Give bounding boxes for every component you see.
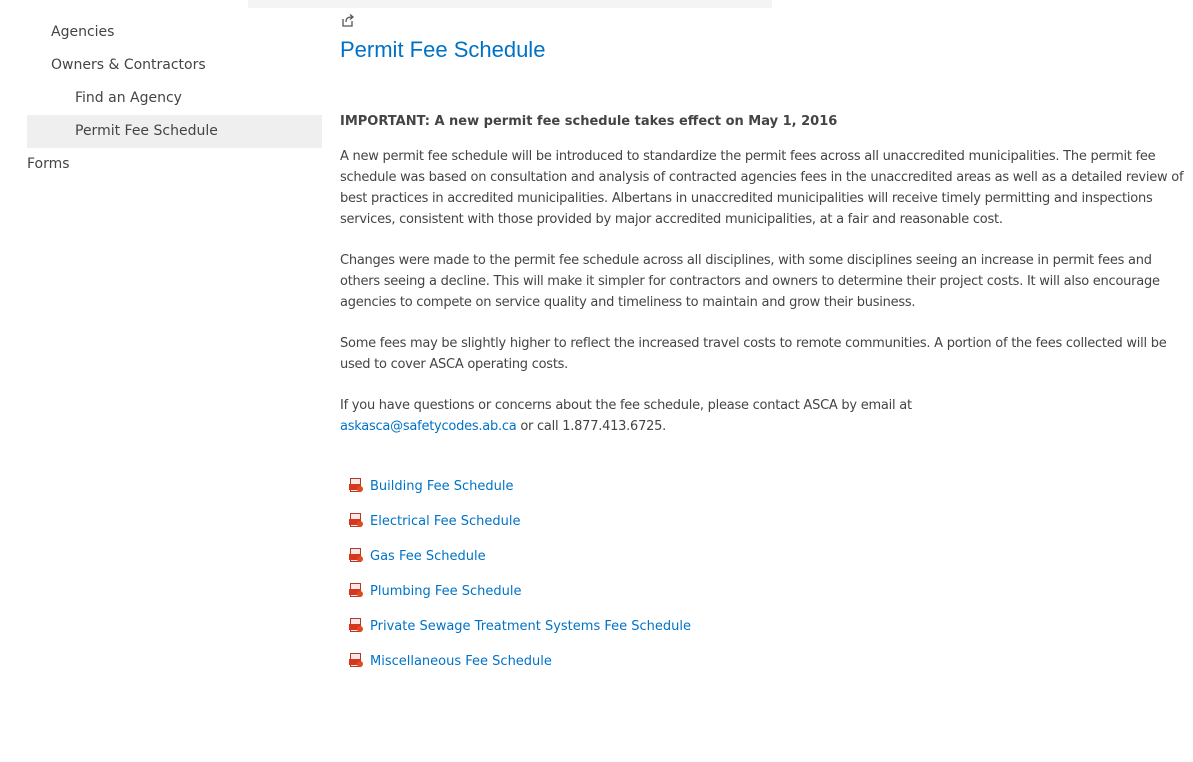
building-fee-schedule-link[interactable]: Building Fee Schedule: [370, 479, 514, 494]
pdf-icon: [349, 653, 363, 667]
sidebar-item-forms[interactable]: Forms: [27, 148, 322, 181]
private-sewage-fee-schedule-link[interactable]: Private Sewage Treatment Systems Fee Sch…: [370, 619, 691, 634]
page-title: Permit Fee Schedule: [340, 37, 546, 62]
gas-fee-schedule-link[interactable]: Gas Fee Schedule: [370, 549, 486, 564]
miscellaneous-fee-schedule-link[interactable]: Miscellaneous Fee Schedule: [370, 654, 552, 669]
sidebar-item-permit-fee-schedule[interactable]: Permit Fee Schedule: [27, 115, 322, 148]
sidebar-item-owners-contractors[interactable]: Owners & Contractors: [27, 49, 322, 82]
pdf-icon: [349, 513, 363, 527]
sidebar-nav: Agencies Owners & Contractors Find an Ag…: [27, 16, 322, 181]
pdf-icon: [349, 548, 363, 562]
list-item: Miscellaneous Fee Schedule: [348, 652, 1185, 687]
plumbing-fee-schedule-link[interactable]: Plumbing Fee Schedule: [370, 584, 521, 599]
contact-paragraph: If you have questions or concerns about …: [340, 395, 1185, 437]
list-item: Private Sewage Treatment Systems Fee Sch…: [348, 617, 1185, 652]
fees-paragraph: Some fees may be slightly higher to refl…: [340, 336, 1167, 372]
list-item: Plumbing Fee Schedule: [348, 582, 1185, 617]
pdf-icon: [349, 478, 363, 492]
page: Agencies Owners & Contractors Find an Ag…: [0, 0, 1193, 762]
contact-lead: If you have questions or concerns about …: [340, 398, 912, 413]
important-notice: IMPORTANT: A new permit fee schedule tak…: [340, 114, 838, 129]
fee-schedule-list: Building Fee Schedule Electrical Fee Sch…: [348, 477, 1185, 687]
intro-paragraph: A new permit fee schedule will be introd…: [340, 149, 1184, 227]
contact-tail: or call 1.877.413.6725.: [516, 419, 667, 434]
top-strip: [248, 0, 772, 8]
changes-paragraph: Changes were made to the permit fee sche…: [340, 253, 1160, 310]
pdf-icon: [349, 618, 363, 632]
list-item: Building Fee Schedule: [348, 477, 1185, 512]
electrical-fee-schedule-link[interactable]: Electrical Fee Schedule: [370, 514, 521, 529]
email-link[interactable]: askasca@safetycodes.ab.ca: [340, 419, 517, 434]
sidebar-item-find-an-agency[interactable]: Find an Agency: [27, 82, 322, 115]
pdf-icon: [349, 583, 363, 597]
sidebar-item-agencies[interactable]: Agencies: [27, 16, 322, 49]
list-item: Gas Fee Schedule: [348, 547, 1185, 582]
share-icon[interactable]: [340, 12, 356, 28]
main-content: Permit Fee Schedule IMPORTANT: A new per…: [340, 12, 1185, 687]
list-item: Electrical Fee Schedule: [348, 512, 1185, 547]
